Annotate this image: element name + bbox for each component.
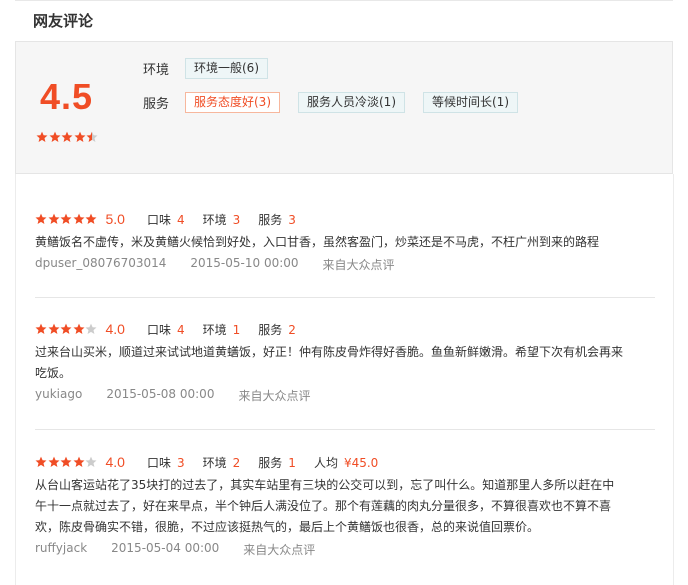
- sub-score-service: 服务 3: [258, 212, 296, 227]
- review-score: 4.0: [105, 321, 125, 337]
- review-date: 2015-05-08 00:00: [106, 387, 215, 401]
- sub-score-environment: 环境 1: [202, 322, 241, 337]
- review-text: 从台山客运站花了35块打的过去了，其实车站里有三块的公交可以到，忘了叫什么。知道…: [35, 478, 615, 534]
- review-date: 2015-05-10 00:00: [190, 256, 299, 270]
- list-right-border: [673, 174, 674, 585]
- star-full-icon: [61, 131, 73, 142]
- top-rule: [15, 0, 673, 1]
- review-user[interactable]: ruffyjack: [35, 541, 87, 558]
- star-empty-icon: [85, 456, 97, 467]
- review-meta: 4.0 口味 4 环境 1 服务 2: [35, 320, 655, 338]
- review-divider: [35, 297, 655, 298]
- environment-tag-row: 环境 环境一般(6): [143, 58, 286, 79]
- review-source: 来自大众点评: [243, 543, 316, 557]
- review-meta: 4.0 口味 3 环境 2 服务 1 人均 ¥45.0: [35, 453, 655, 471]
- star-full-icon: [35, 213, 47, 224]
- star-full-icon: [60, 456, 72, 467]
- section-title: 网友评论: [33, 12, 94, 30]
- sub-score-service: 服务 1: [258, 455, 296, 470]
- star-full-icon: [48, 323, 59, 334]
- review-source: 来自大众点评: [238, 389, 311, 403]
- star-full-icon: [35, 323, 47, 334]
- star-full-icon: [35, 456, 47, 467]
- star-full-icon: [73, 456, 84, 467]
- star-full-icon: [74, 131, 85, 142]
- review-text: 黄鳝饭名不虚传，米及黄鳝火候恰到好处，入口甘香，虽然客盈门，炒菜还是不马虎，不枉…: [35, 235, 600, 249]
- review-star-rating: [35, 323, 98, 335]
- star-full-icon: [60, 323, 72, 334]
- review-item: 5.0 口味 4 环境 3 服务 3 黄鳝饭名不虚传，米及黄鳝火候恰到好处，入口甘香，…: [35, 210, 655, 273]
- overall-star-rating: [36, 131, 99, 143]
- list-left-border: [15, 174, 16, 585]
- review-score: 4.0: [105, 454, 125, 470]
- star-half-icon: [86, 131, 98, 142]
- review-text: 过来台山买米，顺道过来试试地道黄蟮饭，好正！仲有陈皮骨炸得好香脆。鱼鱼新鲜嫩滑。…: [35, 345, 624, 380]
- review-source: 来自大众点评: [322, 258, 395, 272]
- tag-environment-average[interactable]: 环境一般(6): [185, 58, 268, 79]
- service-tag-row: 服务 服务态度好(3) 服务人员冷淡(1) 等候时间长(1): [143, 92, 536, 113]
- review-star-rating: [35, 213, 98, 225]
- star-full-icon: [36, 131, 48, 142]
- environment-label: 环境: [143, 63, 170, 78]
- sub-score-service: 服务 2: [258, 322, 296, 337]
- star-full-icon: [48, 456, 59, 467]
- sub-score-taste: 口味 4: [146, 212, 185, 227]
- tag-service-long-wait[interactable]: 等候时间长(1): [423, 92, 518, 113]
- tag-service-good-attitude[interactable]: 服务态度好(3): [185, 92, 280, 113]
- star-full-icon: [60, 213, 72, 224]
- review-date: 2015-05-04 00:00: [111, 541, 220, 555]
- star-empty-icon: [85, 323, 97, 334]
- star-full-icon: [48, 213, 59, 224]
- review-user[interactable]: yukiago: [35, 387, 82, 404]
- review-divider: [35, 429, 655, 430]
- review-footer: ruffyjack 2015-05-04 00:00 来自大众点评: [35, 541, 655, 558]
- sub-score-environment: 环境 3: [202, 212, 241, 227]
- review-item: 4.0 口味 3 环境 2 服务 1 人均 ¥45.0 从台山客运站花了35块打的过去了…: [35, 453, 655, 558]
- service-label: 服务: [143, 97, 170, 112]
- star-full-icon: [49, 131, 60, 142]
- rating-summary-panel: 4.5 环境 环境一般(6) 服务 服务态度好(3) 服务人员冷淡(1) 等候时…: [15, 41, 673, 174]
- review-user[interactable]: dpuser_08076703014: [35, 256, 166, 273]
- sub-score-taste: 口味 4: [146, 322, 185, 337]
- star-full-icon: [85, 213, 97, 224]
- review-score: 5.0: [105, 211, 125, 227]
- review-meta: 5.0 口味 4 环境 3 服务 3: [35, 210, 655, 228]
- tag-service-staff-cold[interactable]: 服务人员冷淡(1): [298, 92, 405, 113]
- sub-score-environment: 环境 2: [202, 455, 241, 470]
- star-full-icon: [73, 213, 84, 224]
- review-footer: yukiago 2015-05-08 00:00 来自大众点评: [35, 387, 655, 404]
- sub-score-taste: 口味 3: [146, 455, 185, 470]
- review-footer: dpuser_08076703014 2015-05-10 00:00 来自大众…: [35, 256, 655, 273]
- sub-score-avg-price: 人均 ¥45.0: [313, 455, 379, 470]
- review-star-rating: [35, 456, 98, 468]
- overall-score: 4.5: [40, 76, 94, 117]
- star-full-icon: [73, 323, 84, 334]
- review-item: 4.0 口味 4 环境 1 服务 2 过来台山买米，顺道过来试试地道黄蟮饭，好正！仲有…: [35, 320, 655, 404]
